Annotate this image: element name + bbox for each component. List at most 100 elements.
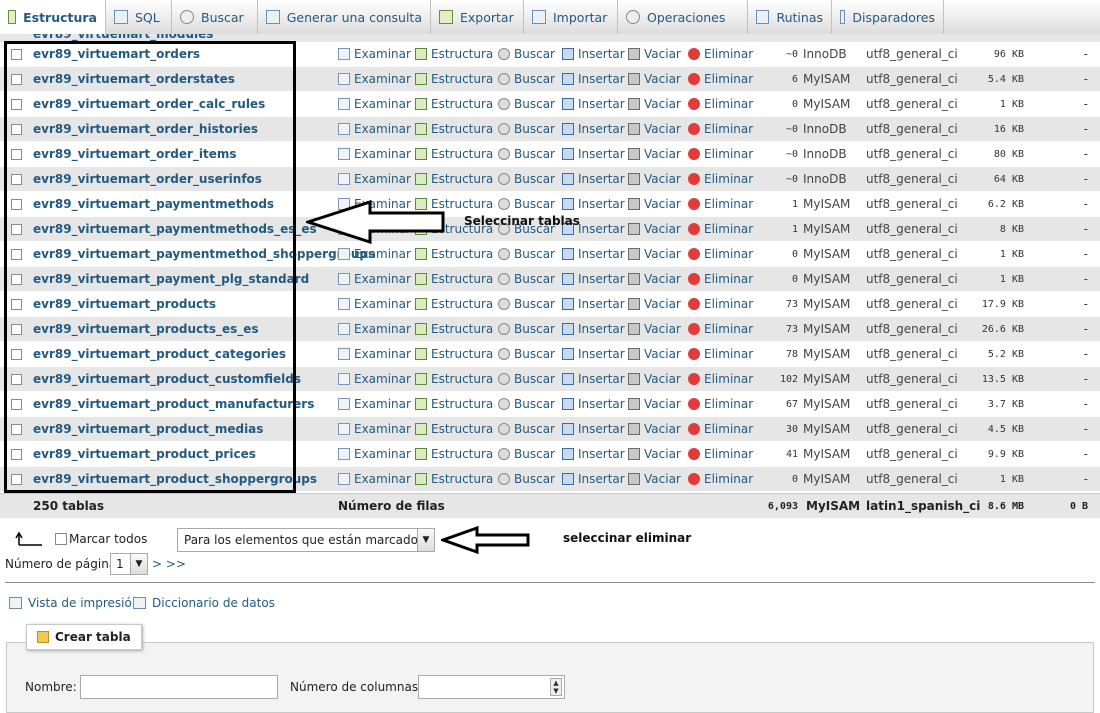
drop-action[interactable]: Eliminar xyxy=(688,422,753,436)
browse-action[interactable]: Examinar xyxy=(338,322,411,336)
tab-generar-una-consulta[interactable]: Generar una consulta xyxy=(258,0,431,34)
structure-action[interactable]: Estructura xyxy=(415,272,493,286)
tab-operaciones[interactable]: Operaciones xyxy=(618,0,748,34)
insert-action[interactable]: Insertar xyxy=(562,322,625,336)
empty-action[interactable]: Vaciar xyxy=(628,172,681,186)
browse-action[interactable]: Examinar xyxy=(338,172,411,186)
empty-action[interactable]: Vaciar xyxy=(628,322,681,336)
insert-action[interactable]: Insertar xyxy=(562,447,625,461)
structure-action[interactable]: Estructura xyxy=(415,297,493,311)
insert-action[interactable]: Insertar xyxy=(562,72,625,86)
browse-action[interactable]: Examinar xyxy=(338,397,411,411)
structure-action[interactable]: Estructura xyxy=(415,97,493,111)
stepper-arrows-icon[interactable]: ▲ ▼ xyxy=(550,678,562,696)
empty-action[interactable]: Vaciar xyxy=(628,247,681,261)
drop-action[interactable]: Eliminar xyxy=(688,147,753,161)
page-number-select[interactable]: 1 ▼ xyxy=(110,553,148,575)
structure-action[interactable]: Estructura xyxy=(415,447,493,461)
browse-action[interactable]: Examinar xyxy=(338,72,411,86)
next-page-link[interactable]: > >> xyxy=(152,557,186,571)
drop-action[interactable]: Eliminar xyxy=(688,372,753,386)
search-action[interactable]: Buscar xyxy=(498,47,555,61)
empty-action[interactable]: Vaciar xyxy=(628,397,681,411)
table-name-input[interactable] xyxy=(80,675,278,699)
search-action[interactable]: Buscar xyxy=(498,172,555,186)
tab-estructura[interactable]: Estructura xyxy=(0,0,106,34)
drop-action[interactable]: Eliminar xyxy=(688,97,753,111)
browse-action[interactable]: Examinar xyxy=(338,147,411,161)
structure-action[interactable]: Estructura xyxy=(415,147,493,161)
search-action[interactable]: Buscar xyxy=(498,97,555,111)
tab-rutinas[interactable]: Rutinas xyxy=(748,0,832,34)
search-action[interactable]: Buscar xyxy=(498,247,555,261)
insert-action[interactable]: Insertar xyxy=(562,47,625,61)
insert-action[interactable]: Insertar xyxy=(562,372,625,386)
empty-action[interactable]: Vaciar xyxy=(628,472,681,486)
tab-sql[interactable]: SQL xyxy=(106,0,172,34)
insert-action[interactable]: Insertar xyxy=(562,397,625,411)
empty-action[interactable]: Vaciar xyxy=(628,447,681,461)
search-action[interactable]: Buscar xyxy=(498,272,555,286)
search-action[interactable]: Buscar xyxy=(498,122,555,136)
chevron-down-icon[interactable]: ▼ xyxy=(130,554,147,574)
insert-action[interactable]: Insertar xyxy=(562,472,625,486)
empty-action[interactable]: Vaciar xyxy=(628,97,681,111)
drop-action[interactable]: Eliminar xyxy=(688,347,753,361)
drop-action[interactable]: Eliminar xyxy=(688,197,753,211)
tab-disparadores[interactable]: Disparadores xyxy=(832,0,944,34)
browse-action[interactable]: Examinar xyxy=(338,272,411,286)
search-action[interactable]: Buscar xyxy=(498,72,555,86)
search-action[interactable]: Buscar xyxy=(498,447,555,461)
search-action[interactable]: Buscar xyxy=(498,322,555,336)
browse-action[interactable]: Examinar xyxy=(338,447,411,461)
drop-action[interactable]: Eliminar xyxy=(688,272,753,286)
chevron-down-icon[interactable]: ▼ xyxy=(417,529,434,551)
structure-action[interactable]: Estructura xyxy=(415,172,493,186)
insert-action[interactable]: Insertar xyxy=(562,297,625,311)
search-action[interactable]: Buscar xyxy=(498,297,555,311)
search-action[interactable]: Buscar xyxy=(498,197,555,211)
drop-action[interactable]: Eliminar xyxy=(688,472,753,486)
structure-action[interactable]: Estructura xyxy=(415,372,493,386)
structure-action[interactable]: Estructura xyxy=(415,47,493,61)
data-dictionary-link[interactable]: Diccionario de datos xyxy=(133,596,275,610)
drop-action[interactable]: Eliminar xyxy=(688,447,753,461)
browse-action[interactable]: Examinar xyxy=(338,247,411,261)
bulk-action-select[interactable]: Para los elementos que están marcados: ▼ xyxy=(177,528,435,552)
browse-action[interactable]: Examinar xyxy=(338,297,411,311)
drop-action[interactable]: Eliminar xyxy=(688,297,753,311)
structure-action[interactable]: Estructura xyxy=(415,422,493,436)
browse-action[interactable]: Examinar xyxy=(338,47,411,61)
structure-action[interactable]: Estructura xyxy=(415,247,493,261)
table-name[interactable]: evr89_virtuemart_modules xyxy=(33,34,213,41)
browse-action[interactable]: Examinar xyxy=(338,472,411,486)
browse-action[interactable]: Examinar xyxy=(338,422,411,436)
browse-action[interactable]: Examinar xyxy=(338,97,411,111)
insert-action[interactable]: Insertar xyxy=(562,422,625,436)
insert-action[interactable]: Insertar xyxy=(562,147,625,161)
empty-action[interactable]: Vaciar xyxy=(628,72,681,86)
structure-action[interactable]: Estructura xyxy=(415,397,493,411)
insert-action[interactable]: Insertar xyxy=(562,172,625,186)
drop-action[interactable]: Eliminar xyxy=(688,397,753,411)
empty-action[interactable]: Vaciar xyxy=(628,372,681,386)
insert-action[interactable]: Insertar xyxy=(562,97,625,111)
structure-action[interactable]: Estructura xyxy=(415,322,493,336)
tab-importar[interactable]: Importar xyxy=(524,0,618,34)
browse-action[interactable]: Examinar xyxy=(338,347,411,361)
insert-action[interactable]: Insertar xyxy=(562,197,625,211)
structure-action[interactable]: Estructura xyxy=(415,472,493,486)
structure-action[interactable]: Estructura xyxy=(415,72,493,86)
empty-action[interactable]: Vaciar xyxy=(628,197,681,211)
search-action[interactable]: Buscar xyxy=(498,372,555,386)
search-action[interactable]: Buscar xyxy=(498,472,555,486)
empty-action[interactable]: Vaciar xyxy=(628,47,681,61)
search-action[interactable]: Buscar xyxy=(498,147,555,161)
drop-action[interactable]: Eliminar xyxy=(688,47,753,61)
empty-action[interactable]: Vaciar xyxy=(628,422,681,436)
drop-action[interactable]: Eliminar xyxy=(688,247,753,261)
drop-action[interactable]: Eliminar xyxy=(688,322,753,336)
drop-action[interactable]: Eliminar xyxy=(688,172,753,186)
insert-action[interactable]: Insertar xyxy=(562,347,625,361)
empty-action[interactable]: Vaciar xyxy=(628,122,681,136)
